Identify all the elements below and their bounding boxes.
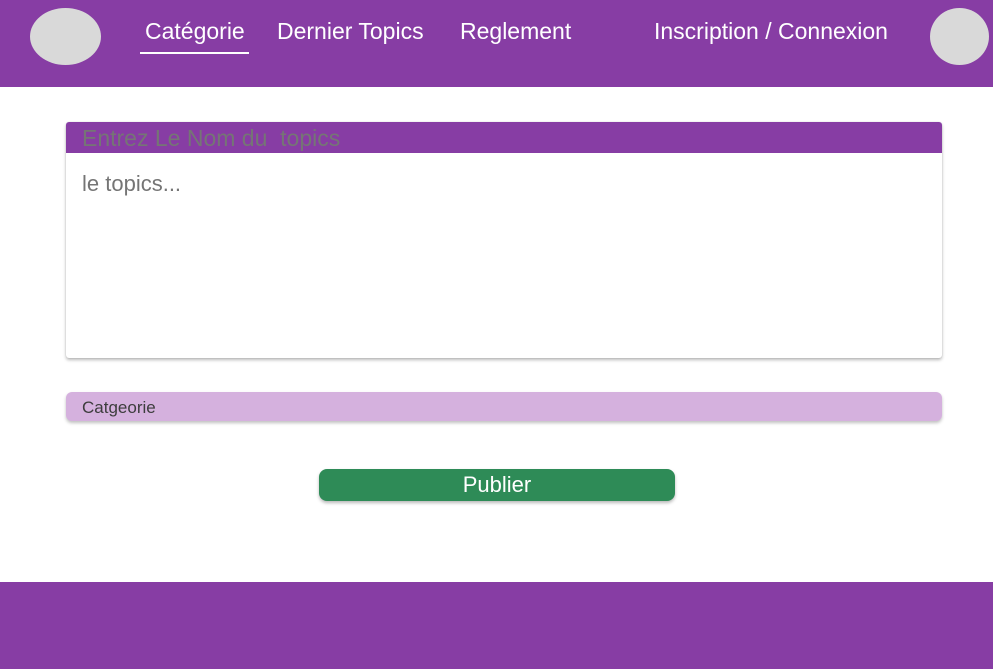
topic-editor-card: [66, 122, 942, 358]
topic-title-input[interactable]: [82, 124, 922, 152]
nav-link-dernier-topics[interactable]: Dernier Topics: [277, 17, 424, 45]
logo-placeholder[interactable]: [30, 8, 101, 65]
topic-title-bar: [66, 122, 942, 153]
category-select-label: Catgeorie: [82, 398, 156, 417]
topic-body-textarea[interactable]: [82, 171, 922, 341]
nav-link-inscription-connexion[interactable]: Inscription / Connexion: [654, 17, 888, 45]
user-avatar[interactable]: [930, 8, 989, 65]
publish-button[interactable]: Publier: [319, 469, 675, 501]
site-header: Catégorie Dernier Topics Reglement Inscr…: [0, 0, 993, 87]
nav-link-categorie[interactable]: Catégorie: [140, 17, 249, 54]
site-footer: [0, 582, 993, 669]
category-select[interactable]: Catgeorie: [66, 392, 942, 421]
nav-link-reglement[interactable]: Reglement: [460, 17, 571, 45]
